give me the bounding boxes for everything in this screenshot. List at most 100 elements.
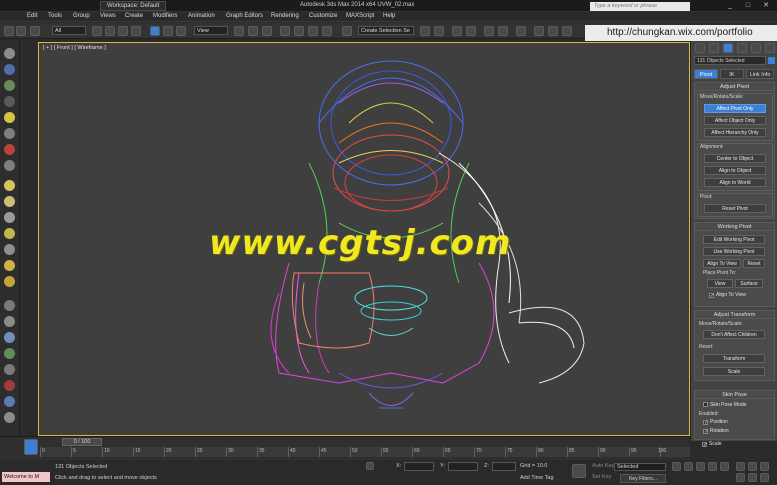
- rendered-frame-window-icon[interactable]: [548, 26, 558, 36]
- transform-button[interactable]: Transform: [703, 354, 765, 363]
- angle-snap-icon[interactable]: [294, 26, 304, 36]
- settings-icon[interactable]: [4, 160, 15, 171]
- curve-editor-icon[interactable]: [484, 26, 494, 36]
- window-crossing-icon[interactable]: [131, 26, 141, 36]
- next-frame-icon[interactable]: [708, 462, 717, 471]
- material-editor-icon[interactable]: [516, 26, 526, 36]
- rotation-checkbox[interactable]: ✓ Rotation: [703, 428, 729, 435]
- link-icon[interactable]: [30, 26, 40, 36]
- menu-create[interactable]: Create: [125, 13, 143, 19]
- scale-checkbox[interactable]: ✓ Scale: [702, 441, 722, 448]
- modify-tab-icon[interactable]: [709, 43, 719, 53]
- menu-modifiers[interactable]: Modifiers: [153, 13, 177, 19]
- utilities-tab-icon[interactable]: [765, 43, 775, 53]
- maximize-button[interactable]: □: [740, 1, 756, 11]
- render-icon[interactable]: [4, 412, 15, 423]
- pivot-center-icon[interactable]: [234, 26, 244, 36]
- object-paint-icon[interactable]: [4, 332, 15, 343]
- orbit-icon[interactable]: [760, 473, 769, 482]
- freeform-icon[interactable]: [4, 300, 15, 311]
- menu-customize[interactable]: Customize: [309, 13, 337, 19]
- menu-animation[interactable]: Animation: [188, 13, 215, 19]
- key-selection-dropdown[interactable]: Selected: [614, 463, 666, 471]
- align-to-view-checkbox[interactable]: ✓ Align To View: [709, 292, 746, 299]
- polygon-icon[interactable]: [4, 64, 15, 75]
- selection-filter-dropdown[interactable]: All: [52, 26, 86, 35]
- keyboard-shortcut-icon[interactable]: [262, 26, 272, 36]
- zoom-icon[interactable]: [736, 462, 745, 471]
- object-color-swatch[interactable]: [768, 57, 775, 64]
- dont-affect-children-button[interactable]: Don't Affect Children: [703, 330, 765, 339]
- working-pivot-header[interactable]: Working Pivot: [695, 223, 774, 231]
- paint-icon[interactable]: [4, 144, 15, 155]
- reference-coordinate-dropdown[interactable]: View: [194, 26, 228, 35]
- layer-manager-icon[interactable]: [452, 26, 462, 36]
- create-tab-icon[interactable]: [695, 43, 705, 53]
- align-to-view-button[interactable]: Align To View: [703, 259, 741, 268]
- align-to-object-button[interactable]: Align to Object: [704, 166, 766, 175]
- menu-edit[interactable]: Edit: [27, 13, 37, 19]
- camera-icon[interactable]: [4, 128, 15, 139]
- adjust-pivot-header[interactable]: Adjust Pivot: [695, 83, 774, 91]
- menu-tools[interactable]: Tools: [48, 13, 62, 19]
- affect-hierarchy-only-button[interactable]: Affect Hierarchy Only: [704, 128, 766, 137]
- cylinder-icon[interactable]: [4, 212, 15, 223]
- workspace-dropdown[interactable]: Workspace: Default: [100, 1, 166, 11]
- selection-icon[interactable]: [4, 96, 15, 107]
- brush-icon[interactable]: [4, 316, 15, 327]
- align-icon[interactable]: [434, 26, 444, 36]
- rectangle-selection-icon[interactable]: [118, 26, 128, 36]
- skin-pose-mode-checkbox[interactable]: Skin Pose Mode: [703, 402, 746, 408]
- edit-named-selection-icon[interactable]: [342, 26, 352, 36]
- go-to-start-icon[interactable]: [672, 462, 681, 471]
- affect-pivot-only-button[interactable]: Affect Pivot Only: [704, 104, 766, 113]
- helper-icon[interactable]: [4, 276, 15, 287]
- scale-icon[interactable]: [176, 26, 186, 36]
- play-icon[interactable]: [696, 462, 705, 471]
- scale-button[interactable]: Scale: [703, 367, 765, 376]
- position-checkbox[interactable]: ✓ Position: [703, 419, 728, 426]
- center-to-object-button[interactable]: Center to Object: [704, 154, 766, 163]
- menu-help[interactable]: Help: [383, 13, 395, 19]
- percent-snap-icon[interactable]: [308, 26, 318, 36]
- close-button[interactable]: ✕: [758, 1, 774, 11]
- zoom-all-icon[interactable]: [748, 462, 757, 471]
- sun-icon[interactable]: [4, 260, 15, 271]
- key-filters-button[interactable]: Key Filters...: [620, 474, 666, 483]
- snaps-toggle-icon[interactable]: [280, 26, 290, 36]
- reset-working-pivot-button[interactable]: Reset: [743, 259, 765, 268]
- hierarchy-tab-icon[interactable]: [723, 43, 733, 53]
- search-input[interactable]: Type a keyword or phrase: [590, 2, 690, 11]
- use-working-pivot-button[interactable]: Use Working Pivot: [703, 247, 765, 256]
- z-coordinate-field[interactable]: [492, 462, 516, 471]
- tab-link-info[interactable]: Link Info: [746, 69, 774, 79]
- box-icon[interactable]: [4, 180, 15, 191]
- select-by-name-icon[interactable]: [105, 26, 115, 36]
- x-coordinate-field[interactable]: [404, 462, 434, 471]
- populate-icon[interactable]: [4, 348, 15, 359]
- selection-name-field[interactable]: 131 Objects Selected: [694, 56, 766, 65]
- cone-icon[interactable]: [4, 244, 15, 255]
- key-icon[interactable]: [572, 464, 586, 478]
- named-selection-dropdown[interactable]: Create Selection Se: [358, 26, 414, 35]
- mini-curve-editor-icon[interactable]: [24, 439, 38, 455]
- auto-key-button[interactable]: Auto Key: [592, 463, 614, 469]
- select-manipulate-icon[interactable]: [248, 26, 258, 36]
- motion-tab-icon[interactable]: [737, 43, 747, 53]
- spinner-snap-icon[interactable]: [322, 26, 332, 36]
- maxscript-listener[interactable]: Welcome to M: [2, 472, 50, 482]
- reset-pivot-button[interactable]: Reset Pivot: [704, 204, 766, 213]
- set-key-button[interactable]: Set Key: [592, 474, 611, 480]
- torus-icon[interactable]: [4, 228, 15, 239]
- geometry-icon[interactable]: [4, 80, 15, 91]
- rotate-icon[interactable]: [163, 26, 173, 36]
- time-slider[interactable]: 0 / 100: [62, 438, 102, 446]
- menu-maxscript[interactable]: MAXScript: [346, 13, 374, 19]
- add-time-tag[interactable]: Add Time Tag: [520, 475, 554, 481]
- scene-explorer-icon[interactable]: [4, 380, 15, 391]
- display-tab-icon[interactable]: [751, 43, 761, 53]
- tab-pivot[interactable]: Pivot: [694, 69, 718, 79]
- mirror-icon[interactable]: [420, 26, 430, 36]
- light-icon[interactable]: [4, 112, 15, 123]
- schematic-view-icon[interactable]: [498, 26, 508, 36]
